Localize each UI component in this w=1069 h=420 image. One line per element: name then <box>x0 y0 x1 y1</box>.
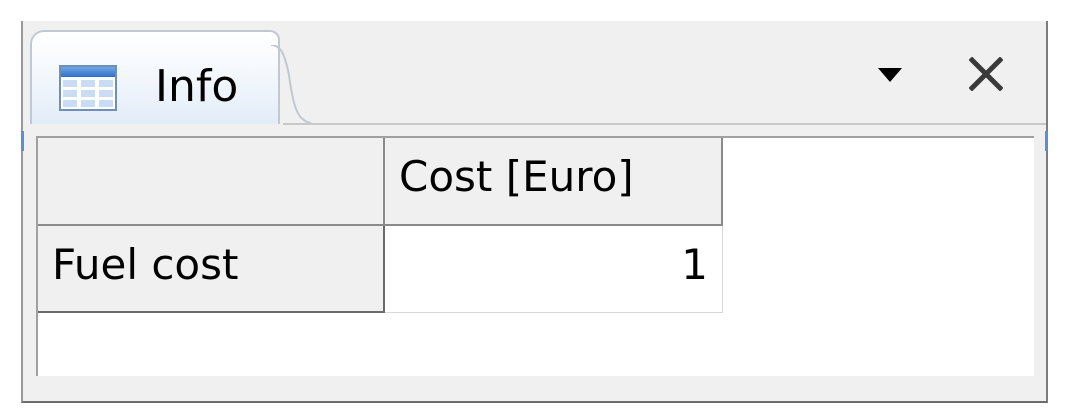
close-icon <box>968 56 1004 95</box>
info-panel: Info Cost [Euro] Fuel cost 1 <box>21 21 1048 403</box>
tab-info[interactable]: Info <box>30 30 280 124</box>
tab-edge <box>271 45 311 124</box>
triangle-down-icon <box>878 67 902 86</box>
table-icon <box>59 65 117 111</box>
panel-accent-right <box>1045 131 1048 151</box>
table-cell-fuel-cost-value[interactable]: 1 <box>385 226 723 313</box>
row-header-fuel-cost[interactable]: Fuel cost <box>38 226 385 313</box>
panel-accent-left <box>21 131 24 151</box>
column-header-cost[interactable]: Cost [Euro] <box>385 138 723 226</box>
panel-menu-button[interactable] <box>870 51 910 101</box>
info-table: Cost [Euro] Fuel cost 1 <box>36 136 1034 376</box>
table-corner-cell[interactable] <box>38 138 385 226</box>
tab-label: Info <box>155 61 239 112</box>
tab-strip: Info <box>23 21 1046 126</box>
close-button[interactable] <box>958 48 1014 104</box>
tab-strip-divider <box>283 123 1046 125</box>
